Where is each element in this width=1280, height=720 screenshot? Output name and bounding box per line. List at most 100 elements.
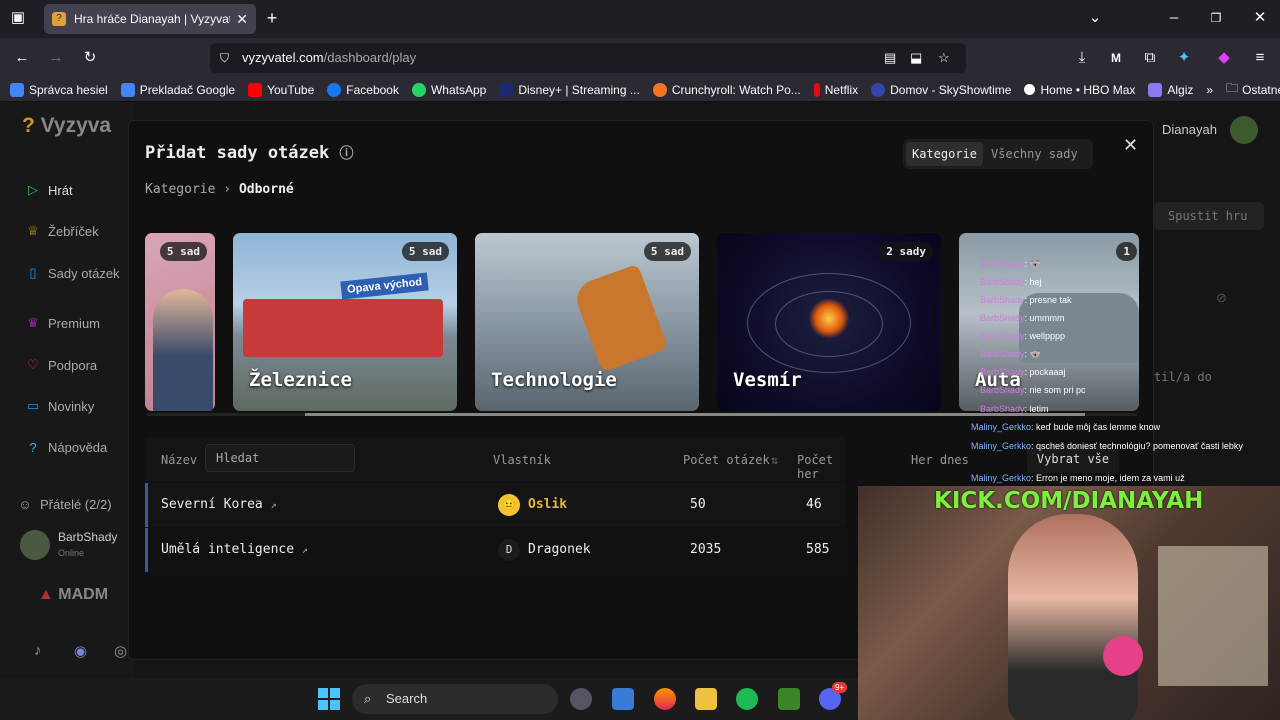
bookmark-item[interactable]: Správca hesiel xyxy=(10,82,108,97)
set-name[interactable]: Umělá inteligence ↗ xyxy=(161,542,308,557)
file-explorer-icon[interactable] xyxy=(695,688,717,710)
logo-text: Vyzyva xyxy=(40,114,112,137)
tab-overflow-icon[interactable]: ⌄ xyxy=(1085,8,1105,28)
minimize-icon[interactable]: – xyxy=(1164,8,1184,28)
forward-icon[interactable]: → xyxy=(46,48,66,68)
reload-icon[interactable]: ↻ xyxy=(80,48,100,68)
card-name: Železnice xyxy=(249,369,352,391)
site-info-icon[interactable]: ⛉ xyxy=(220,43,229,73)
breadcrumb-root[interactable]: Kategorie xyxy=(145,182,215,197)
category-card[interactable]: 5 sad xyxy=(145,233,215,411)
site-logo[interactable]: ? Vyzyva xyxy=(22,114,111,138)
chat-text: : 🐨 xyxy=(1024,349,1041,359)
sidebar-item-premium[interactable]: ♛ Premium xyxy=(26,315,100,331)
taskbar-search[interactable]: ⌕ Search xyxy=(352,684,558,714)
col-name-header: Název xyxy=(161,453,198,467)
header-username[interactable]: Dianayah xyxy=(1162,122,1217,137)
logo-icon: ? xyxy=(22,114,35,137)
friends-header[interactable]: ☺ Přátelé (2/2) xyxy=(18,497,111,512)
sidebar-item-news[interactable]: ▭ Novinky xyxy=(26,398,94,414)
madm-banner[interactable]: ▲ MADM xyxy=(38,586,108,604)
active-tab[interactable]: ? Hra hráče Dianayah | Vyzyvatel. ✕ xyxy=(44,4,256,34)
taskbar-search-label: Search xyxy=(386,691,428,706)
new-tab-button[interactable]: + xyxy=(262,8,282,28)
category-card[interactable]: Opava východ 5 sad Železnice xyxy=(233,233,457,411)
sort-icon[interactable]: ⇅ xyxy=(771,453,778,467)
account-icon[interactable]: M xyxy=(1106,48,1126,68)
category-card[interactable]: 2 sady Vesmír xyxy=(717,233,941,411)
tiktok-icon[interactable]: ♪ xyxy=(34,642,42,659)
tab-list-icon[interactable]: ▣ xyxy=(8,8,28,28)
owner-name[interactable]: Dragonek xyxy=(528,542,591,557)
instagram-icon[interactable]: ◎ xyxy=(114,642,127,660)
owner-name[interactable]: Oslik xyxy=(528,497,567,512)
extension-2-icon[interactable]: ◆ xyxy=(1214,48,1234,68)
bookmark-star-icon[interactable]: ☆ xyxy=(938,43,950,73)
downloads-icon[interactable]: ⤓ xyxy=(1072,48,1092,68)
external-link-icon[interactable]: ↗ xyxy=(271,500,277,511)
whatsapp-icon xyxy=(411,82,426,97)
bookmark-item[interactable]: Disney+ | Streaming ... xyxy=(499,82,640,97)
col-games-header[interactable]: Počet her xyxy=(797,453,845,481)
sidebar-item-help[interactable]: ? Nápověda xyxy=(26,440,107,455)
madm-logo-icon: ▲ xyxy=(38,586,54,603)
col-questions-header[interactable]: Počet otázek xyxy=(683,453,770,467)
url-bar[interactable]: ⛉ vyzyvatel.com/dashboard/play ▤ ⬓ ☆ xyxy=(210,43,966,73)
table-row[interactable]: Umělá inteligence ↗ D Dragonek 2035 585 xyxy=(145,528,845,572)
bookmark-item[interactable]: WhatsApp xyxy=(411,82,487,97)
bookmark-item[interactable]: Algiz xyxy=(1148,82,1193,97)
sidebar-item-support[interactable]: ♡ Podpora xyxy=(26,357,97,373)
windows-start-icon[interactable] xyxy=(318,688,340,710)
crunchyroll-icon xyxy=(652,82,667,97)
discord-icon[interactable]: ◉ xyxy=(74,642,87,660)
sidebar-item-play[interactable]: ▷ Hrát xyxy=(26,182,73,198)
pocket-icon[interactable]: ⬓ xyxy=(910,43,922,73)
set-name[interactable]: Severní Korea ↗ xyxy=(161,497,277,512)
toggle-all-sets[interactable]: Všechny sady xyxy=(983,142,1086,166)
external-link-icon[interactable]: ↗ xyxy=(302,545,308,556)
bookmark-item[interactable]: Facebook xyxy=(327,82,399,97)
bookmark-item[interactable]: Home • HBO Max xyxy=(1024,83,1135,97)
trophy-icon: ♕ xyxy=(27,223,39,238)
sidebar-item-leaderboard[interactable]: ♕ Žebříček xyxy=(26,223,99,239)
card-badge: 5 sad xyxy=(401,242,449,261)
reader-view-icon[interactable]: ▤ xyxy=(884,43,896,73)
sidebar-item-question-sets[interactable]: ▯ Sady otázek xyxy=(26,265,119,281)
extensions-icon[interactable]: ⧉ xyxy=(1140,48,1160,68)
user-avatar[interactable] xyxy=(1230,116,1258,144)
bookmark-label: WhatsApp xyxy=(430,82,487,97)
table-row[interactable]: Severní Korea ↗ 😐 Oslik 50 46 xyxy=(145,483,845,527)
avatar[interactable] xyxy=(20,530,50,560)
menu-icon[interactable]: ≡ xyxy=(1250,48,1270,68)
firefox-icon[interactable] xyxy=(654,688,676,710)
window-close-icon[interactable]: ✕ xyxy=(1250,8,1270,28)
back-icon[interactable]: ← xyxy=(12,48,32,68)
minecraft-icon[interactable] xyxy=(778,688,800,710)
bookmark-item[interactable]: Crunchyroll: Watch Po... xyxy=(652,82,801,97)
other-bookmarks[interactable]: 🗀Ostatné záložky xyxy=(1226,79,1280,100)
search-input[interactable]: Hledat xyxy=(205,444,355,472)
sidebar-item-label: Žebříček xyxy=(48,223,99,239)
play-icon: ▷ xyxy=(28,182,38,197)
app-icon[interactable] xyxy=(612,688,634,710)
skyshowtime-icon xyxy=(871,82,886,97)
settings-icon[interactable] xyxy=(570,688,592,710)
spotify-icon[interactable] xyxy=(736,688,758,710)
view-toggle: Kategorie Všechny sady xyxy=(903,139,1093,169)
chat-message: BarbShady: presne tak xyxy=(980,295,1072,305)
bookmarks-overflow-icon[interactable]: » xyxy=(1206,83,1213,97)
toggle-categories[interactable]: Kategorie xyxy=(906,142,984,166)
maximize-icon[interactable]: ❐ xyxy=(1206,8,1226,28)
extension-icon[interactable]: ✦ xyxy=(1174,48,1194,68)
close-icon[interactable]: ✕ xyxy=(1123,135,1138,156)
category-card[interactable]: 5 sad Technologie xyxy=(475,233,699,411)
start-game-button[interactable]: Spustit hru xyxy=(1154,202,1264,230)
info-icon[interactable]: ⓘ xyxy=(339,146,353,162)
tab-close-icon[interactable]: ✕ xyxy=(236,11,248,28)
other-bookmarks-label: Ostatné záložky xyxy=(1242,82,1280,97)
bookmark-item[interactable]: Domov - SkyShowtime xyxy=(871,82,1011,97)
bookmark-item[interactable]: Prekladač Google xyxy=(120,82,235,97)
chat-text: : 🐨 xyxy=(1024,259,1041,269)
bookmark-item[interactable]: Netflix xyxy=(813,82,858,97)
bookmark-item[interactable]: YouTube xyxy=(248,82,314,97)
